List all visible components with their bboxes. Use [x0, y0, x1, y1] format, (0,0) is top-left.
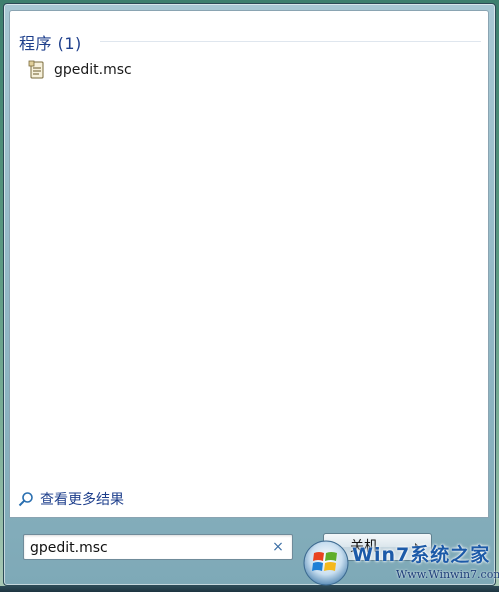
result-item-gpedit[interactable]: gpedit.msc — [27, 58, 142, 82]
search-input[interactable] — [30, 538, 266, 558]
taskbar-strip — [0, 586, 499, 592]
see-more-results-label: 查看更多结果 — [40, 492, 124, 508]
start-search-box[interactable]: × — [23, 534, 293, 560]
windows-orb-icon — [303, 540, 349, 586]
document-icon — [28, 60, 44, 79]
search-results-pane: 程序 (1) gpedit.msc 查看更多结果 — [9, 10, 489, 518]
see-more-results-link[interactable]: 查看更多结果 — [18, 489, 124, 509]
search-icon — [18, 492, 33, 507]
watermark-url: Www.Winwin7.com — [396, 568, 499, 581]
watermark-title: Win7系统之家 — [352, 544, 491, 566]
clear-search-icon[interactable]: × — [270, 538, 286, 556]
result-item-label: gpedit.msc — [54, 62, 132, 78]
watermark-logo: Win7系统之家 Www.Winwin7.com — [300, 533, 499, 589]
programs-section-header: 程序 (1) — [19, 34, 82, 53]
section-divider — [100, 41, 481, 42]
